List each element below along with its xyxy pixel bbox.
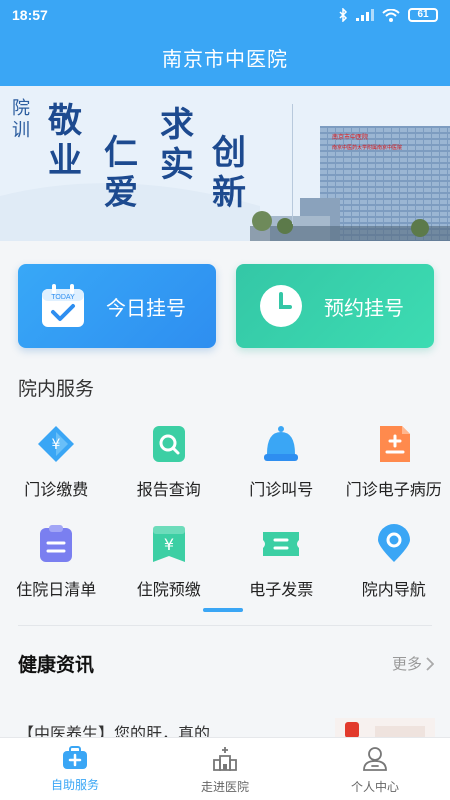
user-icon: [363, 747, 387, 771]
nav-hospital[interactable]: 走进医院: [150, 738, 300, 800]
bell-icon: [261, 424, 301, 464]
today-register-button[interactable]: TODAY 今日挂号: [18, 264, 216, 348]
calendar-check-icon: TODAY: [42, 284, 84, 327]
banner-carousel[interactable]: 院训 敬 业 仁 爱 求 实 创 新 南京市中医院 南京中医药大学附属南京中医院: [0, 86, 450, 241]
signal-icon: [356, 9, 374, 21]
clipboard-list-icon: [36, 524, 76, 564]
svg-text:TODAY: TODAY: [51, 294, 75, 301]
motto-char: 创: [212, 133, 246, 173]
motto-char: 业: [48, 141, 82, 181]
svg-text:¥: ¥: [52, 437, 61, 453]
payment-diamond-icon: ¥: [36, 424, 76, 464]
service-report-query[interactable]: 报告查询: [113, 418, 226, 518]
medical-record-icon: [374, 424, 414, 464]
motto-char: 爱: [104, 173, 138, 213]
wifi-icon: [382, 8, 400, 22]
quick-actions: TODAY 今日挂号 预约挂号: [18, 264, 434, 348]
nav-self-service[interactable]: 自助服务: [0, 738, 150, 800]
service-hospital-navigation[interactable]: 院内导航: [338, 518, 450, 618]
motto-char: 实: [160, 145, 194, 185]
grid-pager: [203, 608, 243, 612]
svg-text:¥: ¥: [164, 535, 174, 554]
service-label: 电子发票: [249, 582, 314, 599]
today-register-label: 今日挂号: [106, 297, 186, 320]
building-sign: 南京市中医院: [332, 135, 369, 141]
location-pin-icon: [374, 524, 414, 564]
invoice-ticket-icon: [261, 524, 301, 564]
bottom-navigation: 自助服务 走进医院 个人中心: [0, 737, 450, 800]
status-icons: 61: [338, 8, 438, 22]
page-title: 南京市中医院: [162, 49, 288, 71]
battery-indicator: 61: [408, 8, 438, 22]
news-thumbnail: [335, 718, 435, 738]
service-label: 住院日清单: [16, 582, 97, 599]
service-label: 院内导航: [361, 582, 426, 599]
nav-label: 走进医院: [200, 780, 249, 794]
service-label: 门诊电子病历: [345, 482, 442, 499]
motto-char: 新: [212, 173, 246, 213]
health-news-header: 健康资讯 更多: [18, 650, 434, 677]
services-section-title: 院内服务: [18, 379, 95, 400]
motto-char: 仁: [104, 133, 138, 173]
section-divider: [18, 625, 432, 626]
motto-char: 敬: [48, 101, 82, 141]
building-sign: 南京中医药大学附属南京中医院: [332, 145, 403, 151]
more-link[interactable]: 更多: [392, 653, 434, 674]
appointment-register-button[interactable]: 预约挂号: [236, 264, 434, 348]
report-search-icon: [149, 424, 189, 464]
app-header: 18:57 61 南京市中医院: [0, 0, 450, 86]
clock-icon: [260, 285, 302, 327]
nav-label: 自助服务: [50, 778, 99, 792]
service-label: 报告查询: [136, 482, 201, 499]
more-label: 更多: [391, 656, 422, 673]
motto-prefix: 院训: [12, 98, 30, 141]
service-e-invoice[interactable]: 电子发票: [225, 518, 338, 618]
service-inpatient-prepay[interactable]: ¥ 住院预缴: [113, 518, 226, 618]
service-label: 门诊叫号: [249, 482, 314, 499]
pager-active-indicator: [203, 608, 243, 612]
hospital-icon: [213, 747, 237, 771]
appointment-register-label: 预约挂号: [324, 297, 404, 320]
service-label: 住院预缴: [136, 582, 201, 599]
status-time: 18:57: [12, 7, 48, 23]
status-bar: 18:57 61: [0, 0, 450, 30]
prepay-card-icon: ¥: [149, 524, 189, 564]
nav-label: 个人中心: [350, 780, 399, 794]
motto-char: 求: [160, 105, 194, 145]
bluetooth-icon: [339, 8, 348, 22]
chevron-right-icon: [426, 656, 434, 671]
self-service-icon: [63, 746, 87, 769]
nav-profile[interactable]: 个人中心: [300, 738, 450, 800]
service-label: 门诊缴费: [24, 482, 89, 499]
service-medical-record[interactable]: 门诊电子病历: [338, 418, 450, 518]
service-queue-call[interactable]: 门诊叫号: [225, 418, 338, 518]
service-inpatient-daily-list[interactable]: 住院日清单: [0, 518, 113, 618]
health-news-title: 健康资讯: [18, 655, 95, 676]
service-grid: ¥ 门诊缴费 报告查询 门诊叫号 门诊电子病历 住院日清单 ¥ 住院预缴 电子发…: [0, 418, 450, 618]
service-outpatient-payment[interactable]: ¥ 门诊缴费: [0, 418, 113, 518]
